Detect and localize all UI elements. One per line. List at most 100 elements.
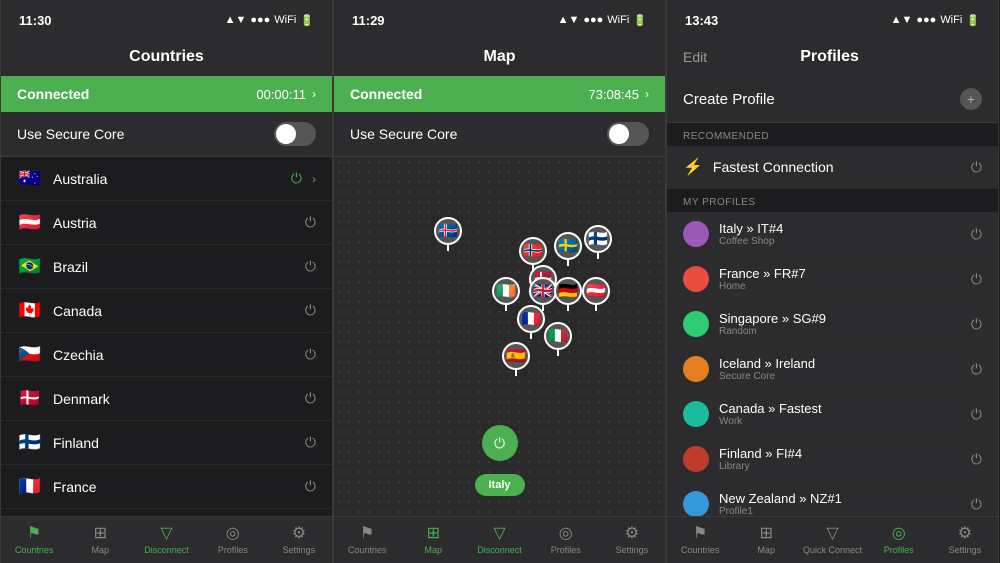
create-profile-row[interactable]: Create Profile +	[667, 76, 998, 123]
power-icon-france[interactable]: ⏻	[305, 478, 316, 495]
list-item[interactable]: Italy » IT#4 Coffee Shop ⏻	[667, 212, 998, 257]
tab-bar-3: ⚑ Countries ⊞ Map ▽ Quick Connect ◎ Prof…	[667, 516, 998, 563]
tab-map-3[interactable]: ⊞ Map	[733, 517, 799, 563]
map-pin-ireland[interactable]: 🇮🇪	[492, 277, 520, 311]
list-item[interactable]: Iceland » Ireland Secure Core ⏻	[667, 347, 998, 392]
table-row[interactable]: 🇨🇿 Czechia ⏻	[1, 333, 332, 377]
tab-countries-1[interactable]: ⚑ Countries	[1, 517, 67, 563]
map-pin-austria[interactable]: 🇦🇹	[582, 277, 610, 311]
map-pin-iceland[interactable]: 🇮🇸	[434, 217, 462, 251]
fastest-connection-row[interactable]: ⚡ Fastest Connection ⏻	[667, 146, 998, 189]
profile-name-france: France » FR#7	[719, 266, 961, 281]
tab-settings-3[interactable]: ⚙ Settings	[932, 517, 998, 563]
power-icon-czechia[interactable]: ⏻	[305, 346, 316, 363]
tab-profiles-1[interactable]: ◎ Profiles	[200, 517, 266, 563]
table-row[interactable]: 🇩🇰 Denmark ⏻	[1, 377, 332, 421]
map-pin-spain[interactable]: 🇪🇸	[502, 342, 530, 376]
table-row[interactable]: 🇫🇷 France ⏻	[1, 465, 332, 509]
map-pin-finland[interactable]: 🇫🇮	[584, 225, 612, 259]
power-icon-australia[interactable]: ⏻	[291, 170, 302, 187]
power-icon-brazil[interactable]: ⏻	[305, 258, 316, 275]
tab-label-map: Map	[92, 545, 110, 555]
list-item[interactable]: Canada » Fastest Work ⏻	[667, 392, 998, 437]
settings-tab-icon-2: ⚙	[625, 523, 639, 543]
power-icon-denmark[interactable]: ⏻	[305, 390, 316, 407]
tab-bar-2: ⚑ Countries ⊞ Map ▽ Disconnect ◎ Profile…	[334, 516, 665, 563]
phone-countries: 11:30 ▲▼ ●●● WiFi 🔋 Countries Connected …	[0, 0, 333, 563]
pin-flag-uk: 🇬🇧	[529, 277, 557, 305]
connected-bar-1[interactable]: Connected 00:00:11 ›	[1, 76, 332, 112]
tab-settings-1[interactable]: ⚙ Settings	[266, 517, 332, 563]
power-icon-profile-finland[interactable]: ⏻	[971, 451, 982, 468]
profile-icon-iceland	[683, 356, 709, 382]
tab-map-2[interactable]: ⊞ Map	[400, 517, 466, 563]
tab-map-1[interactable]: ⊞ Map	[67, 517, 133, 563]
table-row[interactable]: 🇦🇹 Austria ⏻	[1, 201, 332, 245]
map-center-button[interactable]: ⏻	[482, 425, 518, 461]
table-row[interactable]: 🇩🇪 Germany ⏻ ›	[1, 509, 332, 516]
screen-header-2: Map	[334, 40, 665, 76]
connected-bar-2[interactable]: Connected 73:08:45 ›	[334, 76, 665, 112]
power-icon-profile-italy[interactable]: ⏻	[971, 226, 982, 243]
list-item[interactable]: Finland » FI#4 Library ⏻	[667, 437, 998, 482]
tab-profiles-2[interactable]: ◎ Profiles	[533, 517, 599, 563]
list-item[interactable]: Singapore » SG#9 Random ⏻	[667, 302, 998, 347]
tab-settings-2[interactable]: ⚙ Settings	[599, 517, 665, 563]
map-dot-grid	[334, 157, 665, 516]
flag-tab-icon: ⚑	[27, 523, 41, 543]
table-row[interactable]: 🇨🇦 Canada ⏻	[1, 289, 332, 333]
tab-label-countries-2: Countries	[348, 545, 387, 555]
map-pin-sweden[interactable]: 🇸🇪	[554, 232, 582, 266]
tab-disconnect-2[interactable]: ▽ Disconnect	[466, 517, 532, 563]
flag-tab-icon-2: ⚑	[360, 523, 374, 543]
flag-tab-icon-3: ⚑	[693, 523, 707, 543]
tab-label-settings-3: Settings	[949, 545, 982, 555]
power-icon-canada[interactable]: ⏻	[305, 302, 316, 319]
power-icon-profile-france[interactable]: ⏻	[971, 271, 982, 288]
edit-button[interactable]: Edit	[683, 49, 707, 65]
secure-core-toggle-1[interactable]	[274, 122, 316, 146]
tab-profiles-3[interactable]: ◎ Profiles	[866, 517, 932, 563]
profiles-tab-icon-2: ◎	[559, 523, 573, 543]
profile-icon-france	[683, 266, 709, 292]
profile-info-finland: Finland » FI#4 Library	[719, 446, 961, 472]
tab-label-quickconnect-3: Quick Connect	[803, 545, 862, 555]
status-time-3: 13:43	[685, 13, 718, 28]
map-italy-label: Italy	[474, 474, 524, 496]
tab-disconnect-1[interactable]: ▽ Disconnect	[133, 517, 199, 563]
power-icon-profile-canada[interactable]: ⏻	[971, 406, 982, 423]
tab-countries-3[interactable]: ⚑ Countries	[667, 517, 733, 563]
power-icon-profile-iceland[interactable]: ⏻	[971, 361, 982, 378]
power-icon-profile-singapore[interactable]: ⏻	[971, 316, 982, 333]
power-icon-austria[interactable]: ⏻	[305, 214, 316, 231]
secure-core-toggle-2[interactable]	[607, 122, 649, 146]
profile-info-italy: Italy » IT#4 Coffee Shop	[719, 221, 961, 247]
add-profile-button[interactable]: +	[960, 88, 982, 110]
table-row[interactable]: 🇧🇷 Brazil ⏻	[1, 245, 332, 289]
map-view[interactable]: 🇮🇸 🇳🇴 🇸🇪 🇫🇮 🇩🇰 🇮🇪 🇬🇧 🇩🇪	[334, 157, 665, 516]
list-item[interactable]: New Zealand » NZ#1 Profile1 ⏻	[667, 482, 998, 516]
profile-sub-canada: Work	[719, 416, 961, 427]
pin-flag-france: 🇫🇷	[517, 305, 545, 333]
list-item[interactable]: France » FR#7 Home ⏻	[667, 257, 998, 302]
map-pin-germany[interactable]: 🇩🇪	[554, 277, 582, 311]
table-row[interactable]: 🇫🇮 Finland ⏻	[1, 421, 332, 465]
profile-icon-nz	[683, 491, 709, 516]
tab-quickconnect-3[interactable]: ▽ Quick Connect	[799, 517, 865, 563]
tab-label-map-3: Map	[758, 545, 776, 555]
map-pin-italy[interactable]: 🇮🇹	[544, 322, 572, 356]
tab-countries-2[interactable]: ⚑ Countries	[334, 517, 400, 563]
power-icon-finland[interactable]: ⏻	[305, 434, 316, 451]
phone-map: 11:29 ▲▼ ●●● WiFi 🔋 Map Connected 73:08:…	[333, 0, 666, 563]
fastest-power-icon[interactable]: ⏻	[971, 159, 982, 176]
pin-flag-ireland: 🇮🇪	[492, 277, 520, 305]
table-row[interactable]: 🇦🇺 Australia ⏻ ›	[1, 157, 332, 201]
tab-label-settings: Settings	[283, 545, 316, 555]
chevron-australia: ›	[312, 172, 316, 186]
country-name-denmark: Denmark	[53, 391, 295, 407]
power-icon-profile-nz[interactable]: ⏻	[971, 496, 982, 513]
toggle-thumb-1	[276, 124, 296, 144]
map-tab-icon: ⊞	[94, 523, 107, 543]
map-pin-france[interactable]: 🇫🇷	[517, 305, 545, 339]
tab-bar-1: ⚑ Countries ⊞ Map ▽ Disconnect ◎ Profile…	[1, 516, 332, 563]
